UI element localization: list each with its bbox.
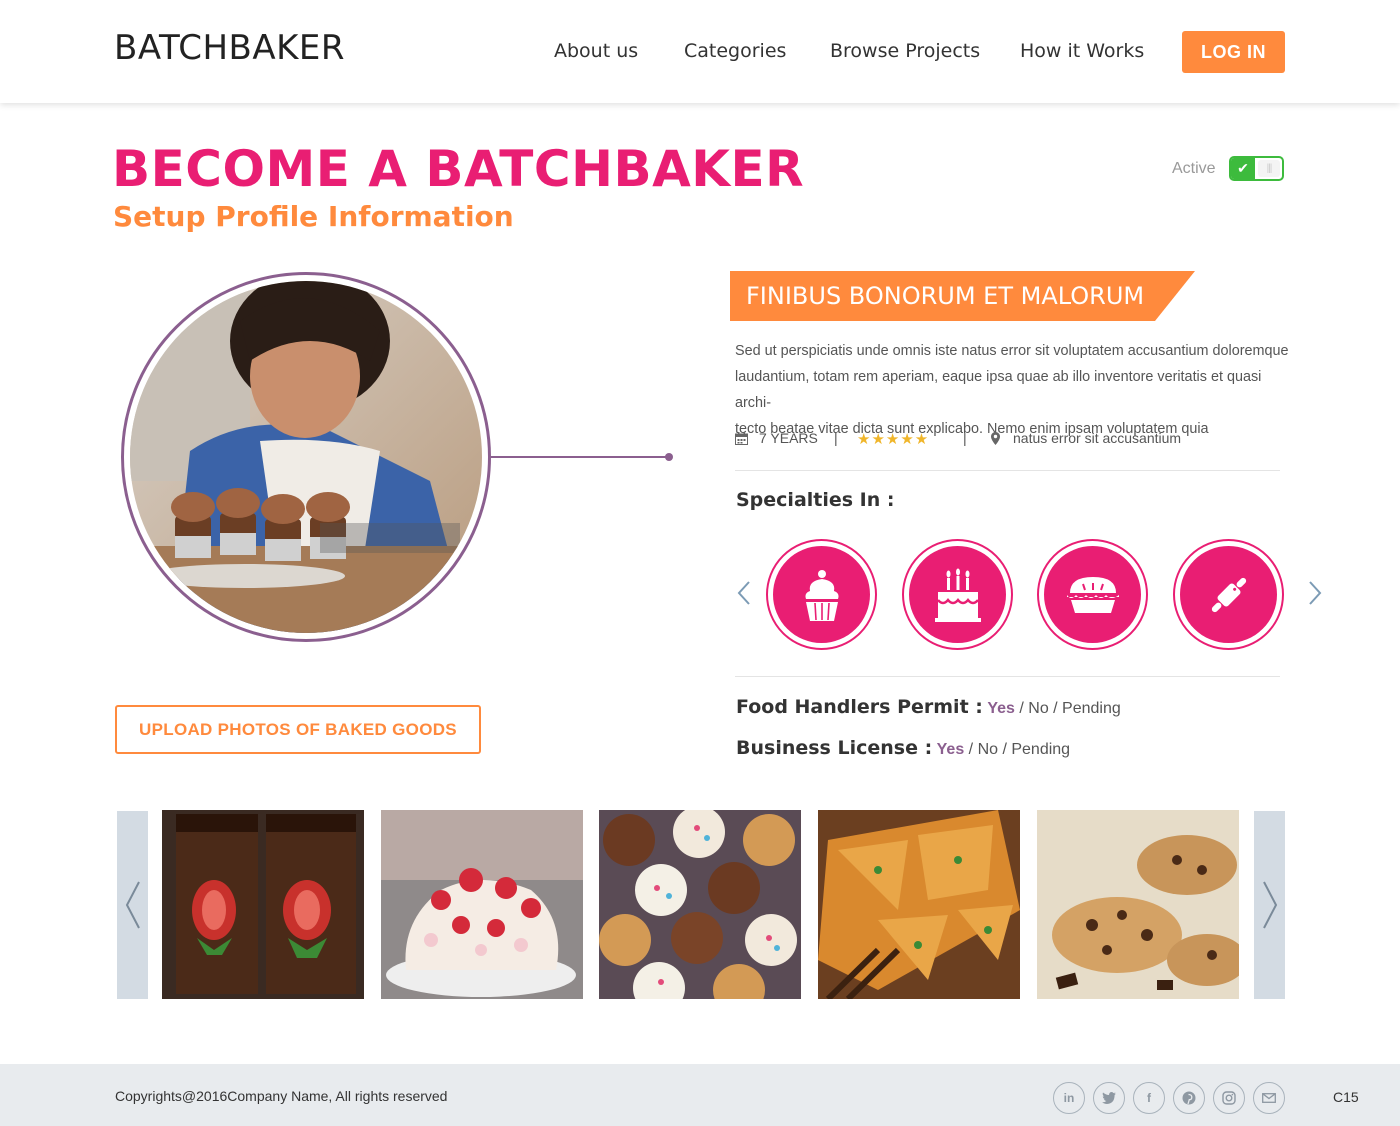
rating-stars: ★★★★★ [857,430,929,448]
linkedin-icon[interactable]: in [1053,1082,1085,1114]
gallery-image-brownie[interactable] [162,810,364,999]
page-subtitle: Setup Profile Information [113,200,514,233]
gallery-image-pie[interactable] [818,810,1020,999]
specialty-pie[interactable] [1037,539,1148,650]
specialty-rolling-pin[interactable] [1173,539,1284,650]
food-permit-options[interactable]: / No / Pending [1015,700,1120,717]
specialties-prev-arrow[interactable] [737,580,751,610]
food-permit-yes[interactable]: Yes [987,700,1015,717]
upload-photos-button[interactable]: UPLOAD PHOTOS OF BAKED GOODS [115,705,481,754]
logo[interactable]: BATCHBAKER [114,28,345,68]
profile-heading: FINIBUS BONORUM ET MALORUM [746,282,1145,310]
facebook-icon[interactable]: f [1133,1082,1165,1114]
meta-separator: | [963,430,967,446]
gallery-image-cookies[interactable] [1037,810,1239,999]
location-pin-icon [991,431,1000,445]
nav-how-it-works[interactable]: How it Works [1020,40,1144,62]
location-info: natus error sit accusantium [991,430,1181,446]
experience-years: 7 YEARS [759,430,818,446]
instagram-icon[interactable] [1213,1082,1245,1114]
active-toggle[interactable]: ✔ ||| [1229,156,1284,181]
experience-info: 7 YEARS [735,430,818,446]
login-button[interactable]: LOG IN [1182,31,1285,73]
business-license: Business License : Yes / No / Pending [736,737,1070,759]
profile-connector-dot [665,453,673,461]
toggle-knob[interactable]: ||| [1258,160,1280,177]
specialty-cake[interactable] [902,539,1013,650]
profile-connector-line [491,456,667,458]
specialties-next-arrow[interactable] [1308,580,1322,610]
cupcake-icon [805,569,838,621]
specialties-title: Specialties In : [736,489,895,511]
copyright-text: Copyrights@2016Company Name, All rights … [115,1088,448,1104]
page-code: C15 [1333,1089,1359,1105]
description-line: Sed ut perspiciatis unde omnis iste natu… [735,343,1289,359]
check-icon: ✔ [1231,158,1255,179]
site-header: BATCHBAKER About us Categories Browse Pr… [0,0,1400,103]
specialty-cupcake[interactable] [766,539,877,650]
gallery-image-cupcakes[interactable] [599,810,801,999]
divider [735,676,1280,677]
pie-icon [1066,576,1119,613]
rolling-pin-icon [1211,577,1246,612]
page-title: BECOME A BATCHBAKER [112,140,805,198]
birthday-cake-icon [934,568,981,622]
twitter-icon[interactable] [1093,1082,1125,1114]
nav-about-us[interactable]: About us [554,40,638,62]
gallery-next-button[interactable] [1254,811,1285,999]
business-license-options[interactable]: / No / Pending [964,741,1070,758]
profile-description: Sed ut perspiciatis unde omnis iste natu… [735,338,1290,442]
profile-photo[interactable] [130,281,482,633]
star-icons: ★★★★★ [857,431,930,448]
description-line: laudantium, totam rem aperiam, eaque ips… [735,369,1262,411]
mail-icon[interactable] [1253,1082,1285,1114]
nav-categories[interactable]: Categories [684,40,786,62]
nav-browse-projects[interactable]: Browse Projects [830,40,980,62]
meta-separator: | [834,430,838,446]
gallery-image-pavlova[interactable] [381,810,583,999]
gallery-prev-button[interactable] [117,811,148,999]
location-text: natus error sit accusantium [1013,430,1182,446]
business-license-label: Business License : [736,737,933,759]
pinterest-icon[interactable] [1173,1082,1205,1114]
food-handlers-permit: Food Handlers Permit : Yes / No / Pendin… [736,696,1121,718]
divider [735,470,1280,471]
business-license-yes[interactable]: Yes [937,741,965,758]
status-label: Active [1172,160,1216,177]
food-permit-label: Food Handlers Permit : [736,696,983,718]
calendar-icon [735,431,748,445]
